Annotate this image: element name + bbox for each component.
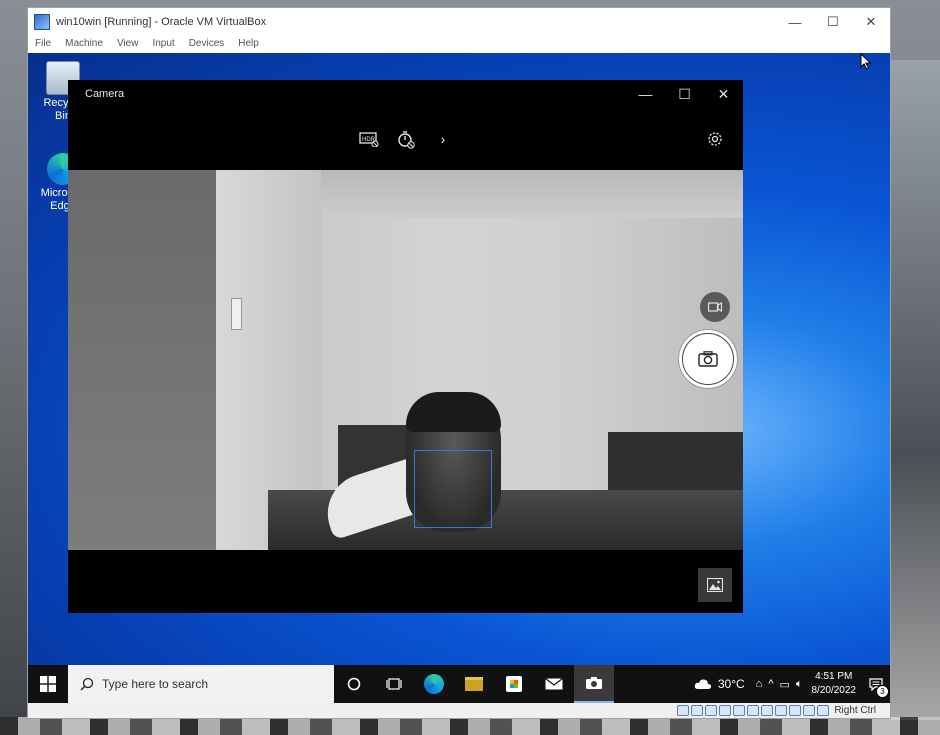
menu-machine[interactable]: Machine	[58, 36, 110, 53]
camera-titlebar[interactable]: Camera — ☐ ✕	[68, 80, 743, 108]
weather-widget[interactable]: 30°C	[686, 677, 753, 691]
network-icon[interactable]: ▭	[776, 678, 792, 691]
edge-icon	[424, 674, 444, 694]
action-center-button[interactable]: 3	[862, 665, 890, 703]
vbox-menubar: File Machine View Input Devices Help	[28, 36, 890, 53]
search-icon	[80, 677, 94, 691]
task-view-icon	[386, 678, 402, 690]
virtualbox-window: win10win [Running] - Oracle VM VirtualBo…	[27, 7, 891, 719]
start-button[interactable]	[28, 665, 68, 703]
taskbar-file-explorer-button[interactable]	[454, 665, 494, 703]
hdr-off-button[interactable]: HDR	[354, 124, 384, 154]
people-icon[interactable]: ⌂	[753, 678, 766, 690]
hidden-icons-chevron-icon[interactable]: ^	[765, 678, 776, 690]
virtualbox-icon	[34, 14, 50, 30]
guest-screen[interactable]: Recycle Bin Microsoft Edge Camera — ☐ ✕ …	[28, 53, 890, 703]
host-background-right	[890, 60, 940, 720]
vbox-minimize-button[interactable]: —	[776, 8, 814, 36]
weather-temperature: 30°C	[717, 677, 745, 691]
cortana-icon	[347, 677, 361, 691]
windows-taskbar: Type here to search 30°C ⌂ ^ ▭ 🔈︎ 4:51 P…	[28, 665, 890, 703]
camera-window-title: Camera	[85, 88, 125, 100]
preview-ceiling	[321, 170, 743, 218]
usb-icon[interactable]	[733, 705, 746, 716]
camera-viewfinder[interactable]	[68, 170, 743, 550]
take-photo-button[interactable]	[679, 330, 737, 388]
network-icon[interactable]	[719, 705, 732, 716]
timer-off-button[interactable]	[391, 124, 421, 154]
hard-disk-icon[interactable]	[677, 705, 690, 716]
taskbar-edge-button[interactable]	[414, 665, 454, 703]
more-options-chevron-button[interactable]: ›	[428, 124, 458, 154]
menu-help[interactable]: Help	[231, 36, 266, 53]
camera-close-button[interactable]: ✕	[704, 80, 743, 108]
cloud-icon	[694, 679, 711, 689]
system-tray: 30°C ⌂ ^ ▭ 🔈︎ 4:51 PM 8/20/2022 3	[686, 665, 890, 703]
mouse-integration-icon[interactable]	[803, 705, 816, 716]
host-key-label: Right Ctrl	[834, 705, 876, 716]
volume-icon[interactable]: 🔈︎	[793, 678, 806, 691]
preview-wall	[68, 170, 216, 550]
shutter-ring	[682, 333, 734, 385]
timer-off-icon	[398, 131, 415, 149]
camera-toolbar: HDR ›	[68, 108, 743, 170]
video-mode-button[interactable]	[700, 292, 730, 322]
menu-devices[interactable]: Devices	[182, 36, 232, 53]
mouse-cursor-icon	[860, 53, 872, 70]
photo-gallery-icon	[707, 578, 723, 592]
clock-date: 8/20/2022	[811, 685, 857, 696]
store-icon	[506, 676, 522, 692]
vbox-titlebar[interactable]: win10win [Running] - Oracle VM VirtualBo…	[28, 8, 890, 36]
keyboard-icon[interactable]	[817, 705, 830, 716]
task-view-button[interactable]	[374, 665, 414, 703]
take-photo-icon	[698, 351, 718, 367]
notification-count-badge: 3	[876, 685, 889, 698]
taskbar-camera-button[interactable]	[574, 665, 614, 703]
taskbar-clock[interactable]: 4:51 PM 8/20/2022	[806, 670, 863, 698]
menu-view[interactable]: View	[110, 36, 146, 53]
vbox-close-button[interactable]: ✕	[852, 8, 890, 36]
shared-folder-icon[interactable]	[747, 705, 760, 716]
settings-button[interactable]	[700, 124, 730, 154]
chevron-right-icon: ›	[440, 131, 446, 147]
display-icon[interactable]	[761, 705, 774, 716]
video-mode-icon	[708, 302, 722, 312]
windows-logo-icon	[40, 676, 56, 692]
vbox-status-bar: Right Ctrl	[28, 703, 890, 718]
settings-icon	[708, 132, 722, 146]
camera-app-icon	[586, 677, 602, 689]
vbox-maximize-button[interactable]: ☐	[814, 8, 852, 36]
camera-app-window: Camera — ☐ ✕ HDR ›	[68, 80, 743, 613]
audio-icon[interactable]	[705, 705, 718, 716]
taskbar-mail-button[interactable]	[534, 665, 574, 703]
cortana-button[interactable]	[334, 665, 374, 703]
clock-time: 4:51 PM	[815, 671, 853, 682]
camera-minimize-button[interactable]: —	[626, 80, 665, 108]
optical-drive-icon[interactable]	[691, 705, 704, 716]
file-explorer-icon	[465, 677, 483, 691]
menu-file[interactable]: File	[28, 36, 58, 53]
camera-maximize-button[interactable]: ☐	[665, 80, 704, 108]
search-placeholder: Type here to search	[102, 677, 209, 691]
host-background-bottom	[0, 717, 940, 735]
camera-roll-button[interactable]	[698, 568, 732, 602]
virtualization-icon[interactable]	[789, 705, 802, 716]
taskbar-search-box[interactable]: Type here to search	[68, 665, 334, 703]
vbox-window-title: win10win [Running] - Oracle VM VirtualBo…	[56, 16, 267, 28]
preview-hair	[406, 392, 501, 432]
menu-input[interactable]: Input	[145, 36, 181, 53]
hdr-off-icon: HDR	[359, 132, 379, 147]
taskbar-store-button[interactable]	[494, 665, 534, 703]
preview-light-switch	[231, 298, 242, 330]
face-detection-box	[414, 450, 492, 528]
mail-icon	[545, 678, 563, 690]
recording-icon[interactable]	[775, 705, 788, 716]
